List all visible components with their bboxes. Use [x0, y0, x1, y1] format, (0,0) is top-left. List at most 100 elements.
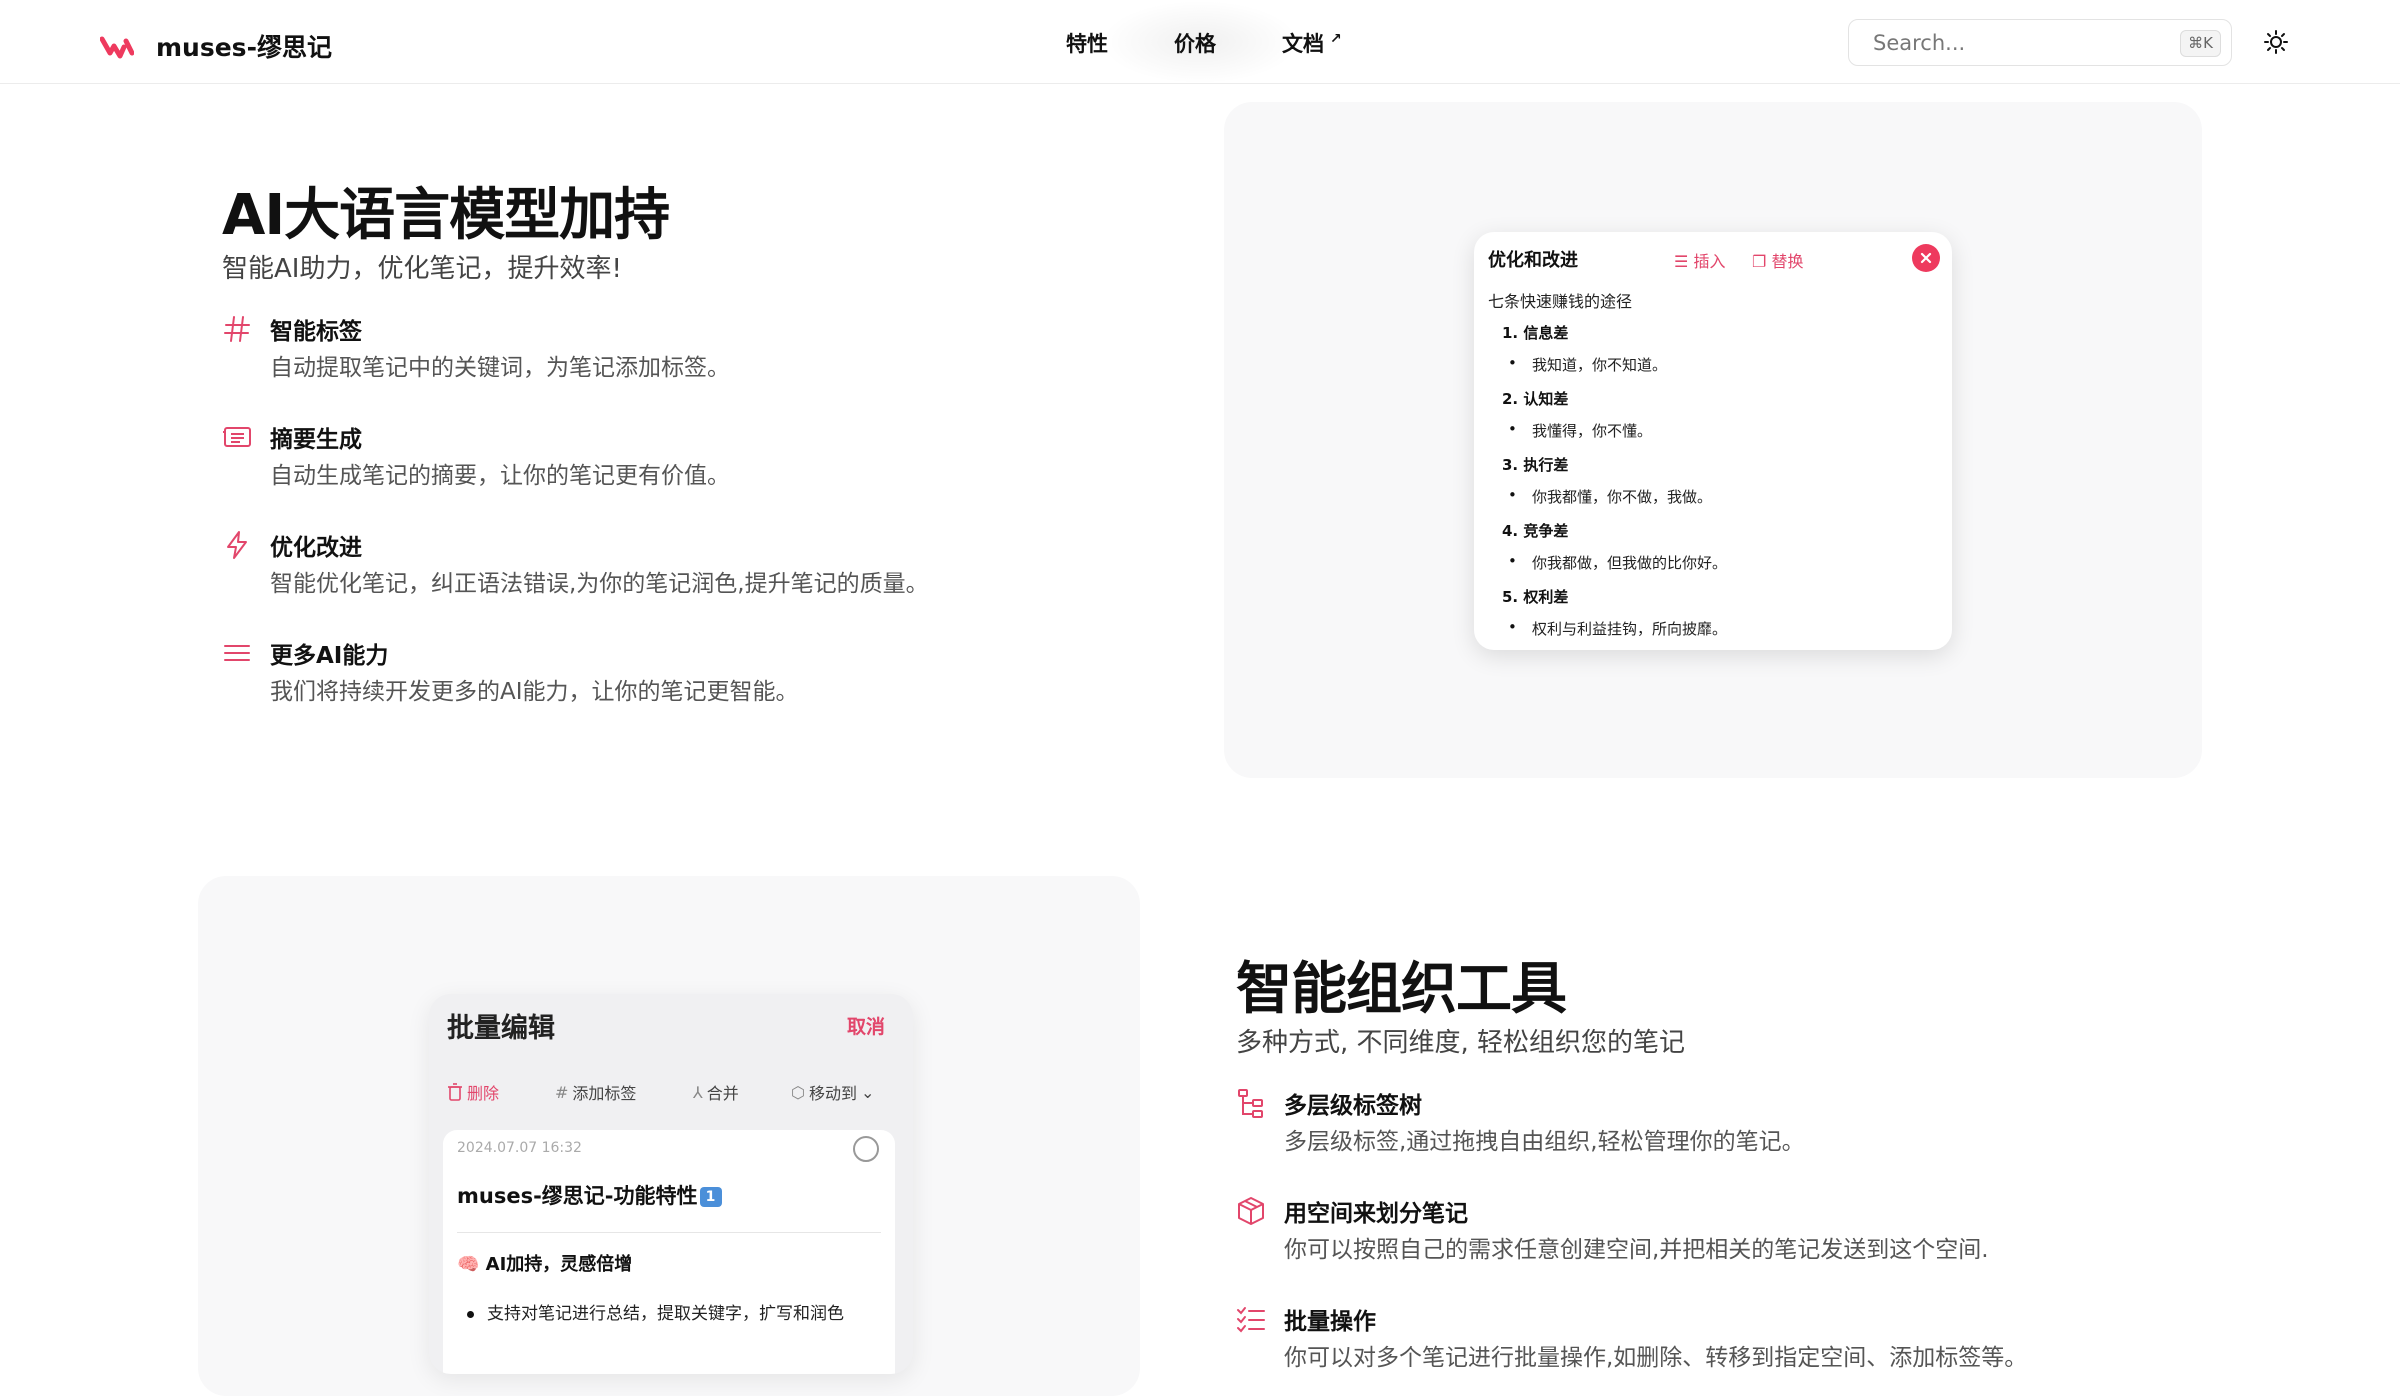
- cancel-button[interactable]: 取消: [847, 1012, 885, 1039]
- insert-button[interactable]: ☰ 插入: [1674, 248, 1725, 272]
- trash-icon: [448, 1083, 462, 1101]
- batch-edit-title: 批量编辑: [447, 1013, 555, 1044]
- sun-icon: [2264, 30, 2288, 54]
- item-number: 1.: [1502, 324, 1519, 342]
- checklist-icon: [1237, 1307, 1265, 1333]
- list-bullet: 你我都做，但我做的比你好。: [1508, 552, 1727, 573]
- close-icon: [1920, 252, 1932, 264]
- note-bullet: 支持对笔记进行总结，提取关键字，扩写和润色: [467, 1298, 887, 1330]
- nav-docs-label: 文档: [1282, 32, 1324, 56]
- hash-icon: #: [555, 1082, 569, 1102]
- summary-icon: [223, 427, 251, 447]
- move-to-dropdown[interactable]: ⬡ 移动到 ⌄: [791, 1080, 874, 1104]
- item-title: 信息差: [1523, 324, 1569, 342]
- feature-tag-tree: 多层级标签树 多层级标签,通过拖拽自由组织,轻松管理你的笔记。: [1236, 1086, 2056, 1156]
- feature-desc: 你可以对多个笔记进行批量操作,如删除、转移到指定空间、添加标签等。: [1284, 1345, 2028, 1371]
- feature-smart-tags: 智能标签 自动提取笔记中的关键词，为笔记添加标签。: [222, 312, 1042, 382]
- main-nav: 特性 价格 文档 ↗: [1066, 28, 1342, 58]
- replace-button[interactable]: ❐ 替换: [1752, 248, 1803, 272]
- feature-more-ai: 更多AI能力 我们将持续开发更多的AI能力，让你的笔记更智能。: [222, 636, 1042, 706]
- divider: [457, 1232, 881, 1233]
- external-link-icon: ↗: [1330, 31, 1342, 47]
- optimize-heading: 七条快速赚钱的途径: [1488, 292, 1633, 311]
- copy-icon: ❐: [1752, 252, 1767, 271]
- item-title: 认知差: [1523, 390, 1569, 408]
- close-button[interactable]: [1912, 244, 1940, 272]
- feature-title: 摘要生成: [270, 427, 362, 453]
- theme-toggle-button[interactable]: [2258, 24, 2294, 60]
- insert-icon: ☰: [1674, 252, 1689, 271]
- feature-summary: 摘要生成 自动生成笔记的摘要，让你的笔记更有价值。: [222, 420, 1042, 490]
- nav-pricing-link[interactable]: 价格: [1174, 28, 1216, 58]
- feature-title: 优化改进: [270, 535, 362, 561]
- ai-section-title: AI大语言模型加持: [222, 183, 670, 248]
- feature-title: 用空间来划分笔记: [1284, 1201, 1468, 1227]
- insert-label: 插入: [1693, 252, 1726, 271]
- brand-logo-link[interactable]: muses-缪思记: [100, 28, 332, 64]
- muses-logo-icon: [100, 36, 134, 59]
- item-number: 2.: [1502, 390, 1519, 408]
- note-card[interactable]: 2024.07.07 16:32 muses-缪思记-功能特性 1 🧠 AI加持，…: [443, 1130, 895, 1374]
- feature-desc: 你可以按照自己的需求任意创建空间,并把相关的笔记发送到这个空间.: [1284, 1237, 1989, 1263]
- list-bullet: 你我都懂，你不做，我做。: [1508, 486, 1712, 507]
- merge-icon: ⅄: [693, 1082, 703, 1102]
- cube-icon: [1238, 1197, 1264, 1225]
- feature-optimize: 优化改进 智能优化笔记，纠正语法错误,为你的笔记润色,提升笔记的质量。: [222, 528, 1042, 598]
- note-select-checkbox[interactable]: [853, 1136, 879, 1162]
- batch-edit-card: 批量编辑 取消 删除 # 添加标签 ⅄ 合并 ⬡ 移动到 ⌄ 2024.07.0…: [429, 994, 913, 1374]
- number-badge: 1: [699, 1187, 722, 1207]
- feature-desc: 自动提取笔记中的关键词，为笔记添加标签。: [270, 355, 730, 381]
- hash-icon: [224, 316, 250, 342]
- merge-button[interactable]: ⅄ 合并: [693, 1080, 739, 1104]
- search-input[interactable]: [1849, 20, 2231, 65]
- optimize-card-title: 优化和改进: [1488, 250, 1578, 271]
- item-title: 执行差: [1523, 456, 1569, 474]
- org-section-subtitle: 多种方式, 不同维度, 轻松组织您的笔记: [1236, 1028, 1686, 1058]
- list-bullet: 权利与利益挂钩，所向披靡。: [1508, 618, 1727, 639]
- item-title: 竞争差: [1523, 522, 1569, 540]
- list-bullet: 我懂得，你不懂。: [1508, 420, 1652, 441]
- lightning-icon: [227, 531, 247, 559]
- feature-desc: 自动生成笔记的摘要，让你的笔记更有价值。: [270, 463, 730, 489]
- brand-name: muses-缪思记: [156, 33, 332, 62]
- ai-section-subtitle: 智能AI助力，优化笔记，提升效率!: [222, 254, 622, 284]
- list-item: 2. 认知差: [1502, 388, 1568, 409]
- tree-icon: [1238, 1089, 1263, 1118]
- feature-title: 多层级标签树: [1284, 1093, 1422, 1119]
- cube-icon: ⬡: [791, 1082, 805, 1102]
- list-item: 3. 执行差: [1502, 454, 1568, 475]
- add-tag-label: 添加标签: [572, 1084, 637, 1103]
- note-date: 2024.07.07 16:32: [457, 1140, 582, 1156]
- feature-title: 智能标签: [270, 319, 362, 345]
- org-section-title: 智能组织工具: [1236, 957, 1567, 1022]
- add-tag-button[interactable]: # 添加标签: [555, 1080, 636, 1104]
- merge-label: 合并: [706, 1084, 739, 1103]
- item-title: 权利差: [1523, 588, 1569, 606]
- feature-desc: 多层级标签,通过拖拽自由组织,轻松管理你的笔记。: [1284, 1129, 1805, 1155]
- feature-batch-ops: 批量操作 你可以对多个笔记进行批量操作,如删除、转移到指定空间、添加标签等。: [1236, 1302, 2056, 1372]
- list-item: 5. 权利差: [1502, 586, 1568, 607]
- nav-docs-link[interactable]: 文档 ↗: [1282, 28, 1342, 58]
- list-bullet: 我知道，你不知道。: [1508, 354, 1667, 375]
- nav-features-link[interactable]: 特性: [1066, 28, 1108, 58]
- note-title-text: muses-缪思记-功能特性: [457, 1184, 698, 1208]
- feature-desc: 智能优化笔记，纠正语法错误,为你的笔记润色,提升笔记的质量。: [270, 571, 929, 597]
- feature-desc: 我们将持续开发更多的AI能力，让你的笔记更智能。: [270, 679, 799, 705]
- delete-label: 删除: [467, 1084, 500, 1103]
- delete-button[interactable]: 删除: [447, 1080, 499, 1104]
- move-to-label: 移动到: [808, 1084, 857, 1103]
- optimize-popup-card: 优化和改进 ☰ 插入 ❐ 替换 七条快速赚钱的途径 1. 信息差 我知道，你不知…: [1474, 232, 1952, 650]
- list-item: 1. 信息差: [1502, 322, 1568, 343]
- item-number: 5.: [1502, 588, 1519, 606]
- list-item: 4. 竞争差: [1502, 520, 1568, 541]
- feature-spaces: 用空间来划分笔记 你可以按照自己的需求任意创建空间,并把相关的笔记发送到这个空间…: [1236, 1194, 2056, 1264]
- item-number: 3.: [1502, 456, 1519, 474]
- search-shortcut-badge: ⌘K: [2180, 30, 2221, 57]
- feature-title: 批量操作: [1284, 1309, 1376, 1335]
- chevron-down-icon: ⌄: [860, 1082, 875, 1102]
- feature-title: 更多AI能力: [270, 643, 389, 669]
- menu-icon: [224, 645, 250, 661]
- item-number: 4.: [1502, 522, 1519, 540]
- replace-label: 替换: [1771, 252, 1804, 271]
- search-box[interactable]: ⌘K: [1848, 19, 2232, 66]
